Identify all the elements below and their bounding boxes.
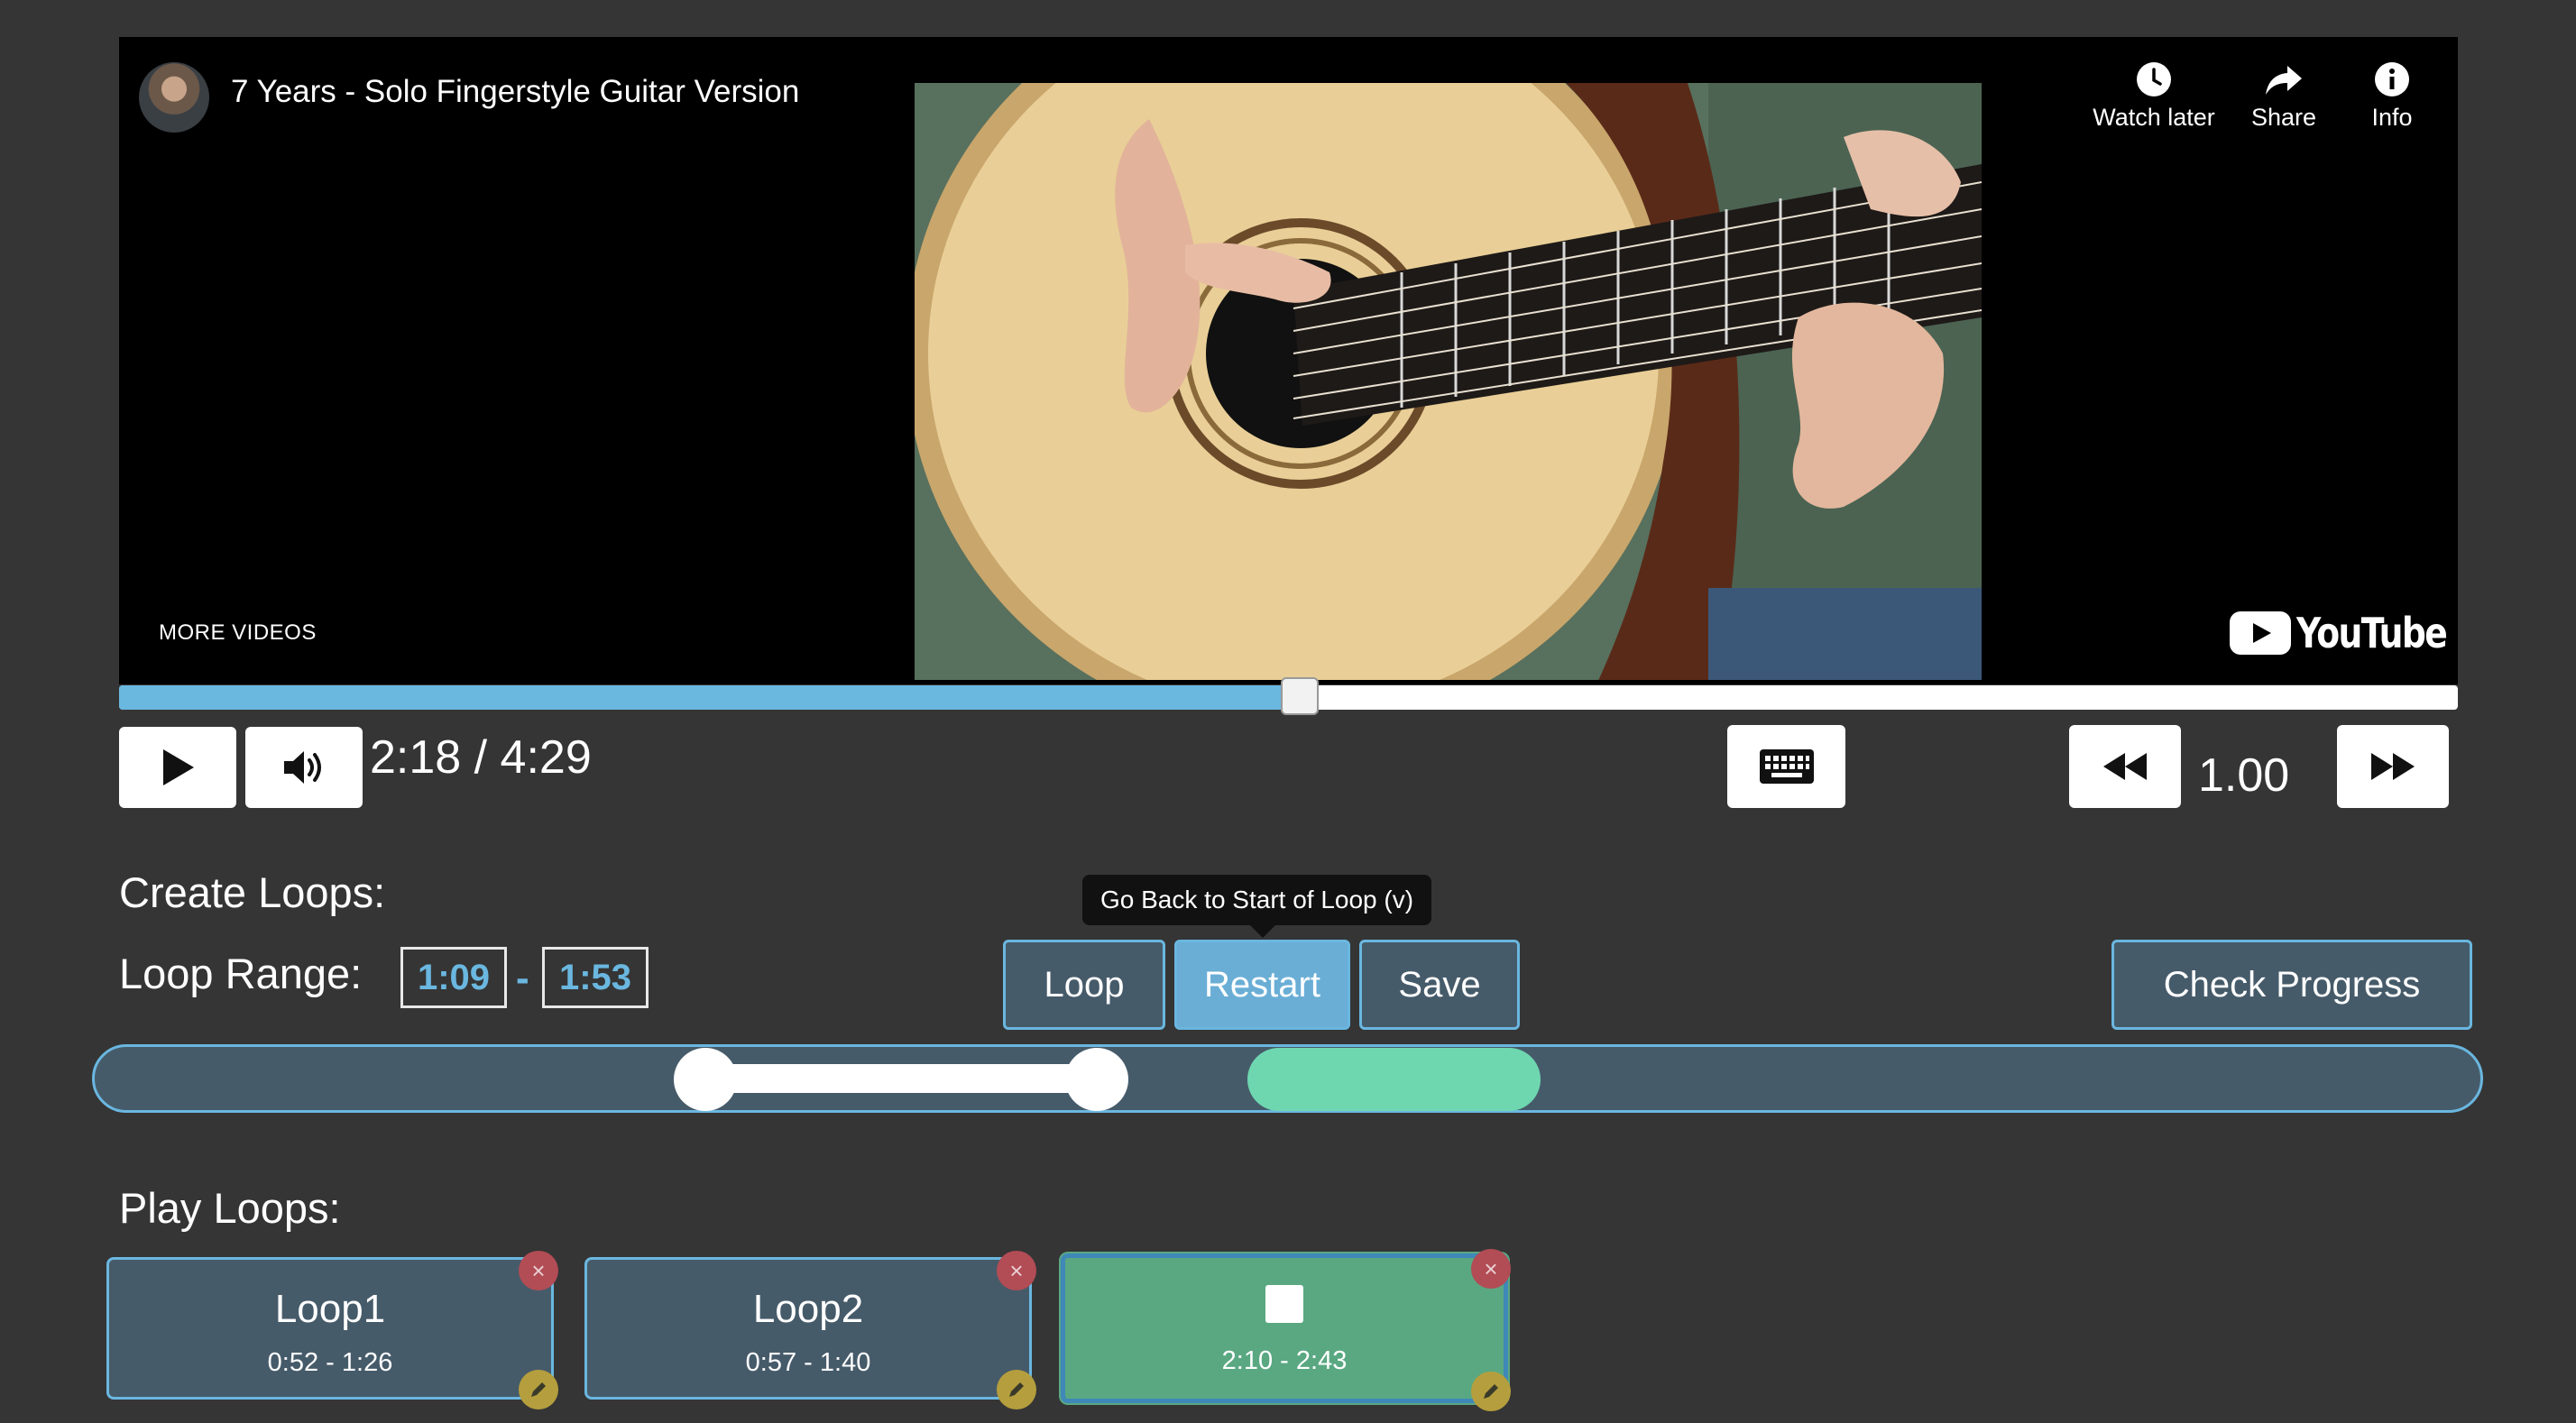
pencil-icon: [531, 1382, 546, 1397]
slider-selected-range: [704, 1064, 1097, 1093]
loop-card[interactable]: Loop1 0:52 - 1:26 ×: [106, 1251, 558, 1409]
info-icon: [2375, 62, 2409, 96]
loop-range-label: Loop Range:: [119, 950, 363, 997]
loop-end-input[interactable]: 1:53: [542, 947, 649, 1008]
loop-name: Loop2: [752, 1287, 864, 1331]
keyboard-icon: [1759, 749, 1814, 784]
video-title[interactable]: 7 Years - Solo Fingerstyle Guitar Versio…: [231, 73, 799, 111]
share-label: Share: [2250, 104, 2317, 131]
more-videos-link[interactable]: MORE VIDEOS: [159, 620, 317, 646]
loop-card-active[interactable]: 2:10 - 2:43 ×: [1061, 1249, 1511, 1411]
edit-loop-button[interactable]: [519, 1370, 558, 1409]
restart-tooltip: Go Back to Start of Loop (v): [1082, 875, 1432, 925]
video-thumbnail: [915, 83, 1982, 680]
share-icon: [2266, 66, 2302, 95]
delete-loop-button[interactable]: ×: [1471, 1249, 1511, 1289]
seek-bar-thumb[interactable]: [1281, 677, 1320, 715]
pencil-icon: [1484, 1384, 1498, 1399]
delete-loop-button[interactable]: ×: [519, 1251, 558, 1290]
create-loops-heading: Create Loops:: [119, 868, 386, 916]
play-button[interactable]: [119, 727, 236, 808]
volume-icon: [284, 751, 321, 784]
check-progress-button[interactable]: Check Progress: [2111, 940, 2472, 1030]
youtube-play-icon: [2230, 611, 2291, 655]
delete-loop-button[interactable]: ×: [997, 1251, 1036, 1290]
video-player[interactable]: 7 Years - Solo Fingerstyle Guitar Versio…: [119, 37, 2458, 684]
stop-icon[interactable]: [1265, 1285, 1303, 1323]
restart-button[interactable]: Restart: [1174, 940, 1350, 1030]
loop-time-range: 0:57 - 1:40: [745, 1348, 871, 1377]
loop-button[interactable]: Loop: [1003, 940, 1165, 1030]
loop-name: Loop1: [274, 1287, 386, 1331]
saved-loop-marker[interactable]: [1247, 1048, 1541, 1111]
slider-end-handle[interactable]: [1064, 1048, 1128, 1111]
range-separator: -: [516, 956, 529, 1000]
watch-later-button[interactable]: Watch later: [2082, 60, 2226, 132]
loop-start-input[interactable]: 1:09: [400, 947, 507, 1008]
rewind-button[interactable]: [2069, 725, 2181, 808]
fast-forward-button[interactable]: [2337, 725, 2449, 808]
keyboard-shortcuts-button[interactable]: [1727, 725, 1845, 808]
playback-speed: 1.00: [2198, 749, 2290, 802]
youtube-logo[interactable]: YouTube: [2230, 609, 2458, 657]
channel-avatar[interactable]: [139, 62, 209, 133]
fast-forward-icon: [2371, 753, 2415, 780]
loop-time-range: 2:10 - 2:43: [1221, 1346, 1348, 1375]
play-loops-heading: Play Loops:: [119, 1184, 341, 1232]
tooltip-arrow: [1250, 925, 1275, 938]
clock-icon: [2137, 62, 2171, 96]
share-button[interactable]: Share: [2230, 60, 2338, 132]
volume-button[interactable]: [245, 727, 363, 808]
close-icon: ×: [531, 1256, 546, 1284]
loop-time-range: 0:52 - 1:26: [267, 1348, 393, 1377]
pencil-icon: [1009, 1382, 1024, 1397]
youtube-logo-text: YouTube: [2296, 609, 2448, 657]
play-icon: [163, 749, 194, 785]
edit-loop-button[interactable]: [1471, 1372, 1511, 1411]
rewind-icon: [2103, 753, 2147, 780]
loop-card[interactable]: Loop2 0:57 - 1:40 ×: [584, 1251, 1036, 1409]
info-button[interactable]: Info: [2347, 60, 2437, 132]
seek-bar-progress: [119, 685, 1301, 710]
save-button[interactable]: Save: [1359, 940, 1520, 1030]
edit-loop-button[interactable]: [997, 1370, 1036, 1409]
close-icon: ×: [1484, 1254, 1498, 1282]
video-frame[interactable]: [915, 83, 1982, 680]
time-display: 2:18 / 4:29: [370, 731, 592, 784]
info-label: Info: [2371, 104, 2413, 131]
slider-start-handle[interactable]: [673, 1048, 737, 1111]
close-icon: ×: [1009, 1256, 1024, 1284]
watch-later-label: Watch later: [2093, 104, 2215, 131]
